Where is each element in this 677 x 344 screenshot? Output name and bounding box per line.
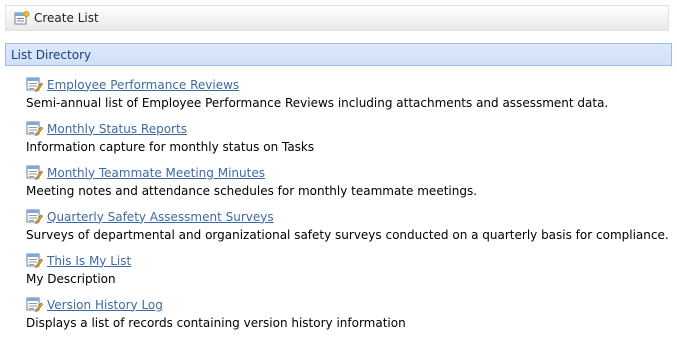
list-description: Semi-annual list of Employee Performance… (26, 96, 609, 110)
create-list-icon[interactable] (14, 11, 30, 25)
list-icon (26, 165, 43, 180)
list-icon (26, 209, 43, 224)
list-directory-header: List Directory (5, 43, 672, 66)
list-link-version-history-log[interactable]: Version History Log (47, 298, 163, 312)
list-description: Meeting notes and attendance schedules f… (26, 184, 478, 198)
list-item: Version History Log Displays a list of r… (26, 295, 671, 339)
list-item: Monthly Teammate Meeting Minutes Meeting… (26, 163, 671, 207)
list-link-monthly-status-reports[interactable]: Monthly Status Reports (47, 122, 187, 136)
list-item: Quarterly Safety Assessment Surveys Surv… (26, 207, 671, 251)
list-description: My Description (26, 272, 116, 286)
list-icon (26, 121, 43, 136)
list-item: Monthly Status Reports Information captu… (26, 119, 671, 163)
list-icon (26, 77, 43, 92)
list-icon (26, 297, 43, 312)
create-list-button[interactable]: Create List (34, 11, 99, 25)
list-link-employee-performance-reviews[interactable]: Employee Performance Reviews (47, 78, 239, 92)
list-description: Surveys of departmental and organization… (26, 228, 669, 242)
list-description: Displays a list of records containing ve… (26, 316, 406, 330)
list-directory: Employee Performance Reviews Semi-annual… (26, 75, 671, 339)
toolbar: Create List (5, 5, 669, 31)
section-title: List Directory (11, 47, 92, 62)
list-description: Information capture for monthly status o… (26, 140, 315, 154)
list-icon (26, 253, 43, 268)
list-link-monthly-teammate-meeting-minutes[interactable]: Monthly Teammate Meeting Minutes (47, 166, 265, 180)
list-link-quarterly-safety-assessment-surveys[interactable]: Quarterly Safety Assessment Surveys (47, 210, 274, 224)
list-link-this-is-my-list[interactable]: This Is My List (47, 254, 131, 268)
list-item: Employee Performance Reviews Semi-annual… (26, 75, 671, 119)
list-item: This Is My List My Description (26, 251, 671, 295)
